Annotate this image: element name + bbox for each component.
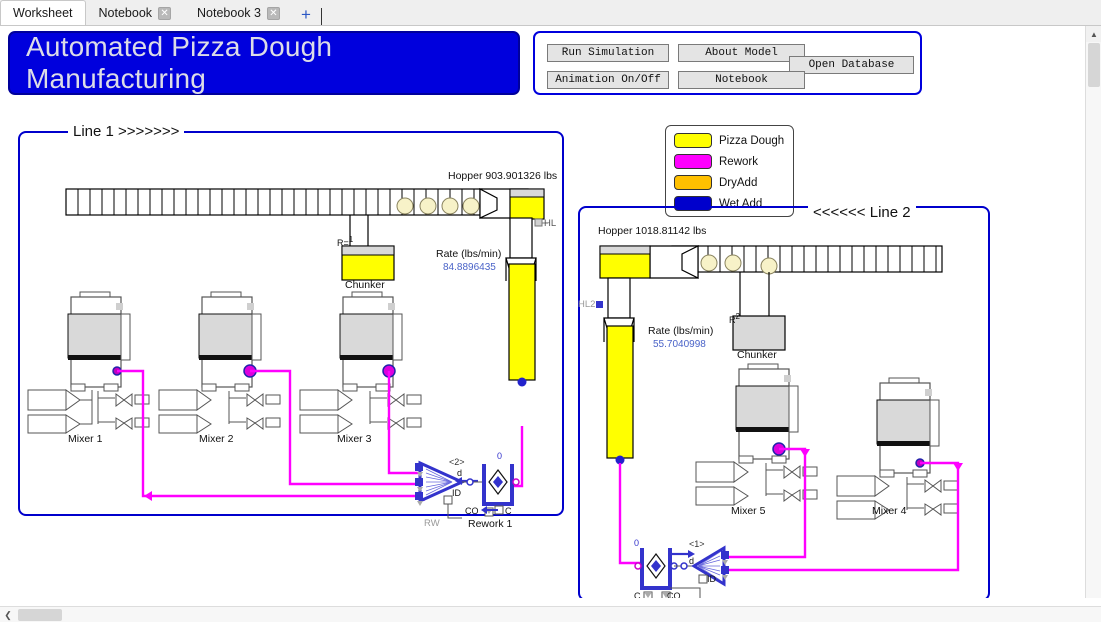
chunker-feed-line-2	[739, 272, 770, 316]
rework-2-tag: <1>	[689, 539, 705, 549]
rework-2-port-c: C	[634, 591, 641, 598]
tab-notebook-3[interactable]: Notebook 3 ✕	[184, 0, 293, 25]
mixer-5-label: Mixer 5	[731, 505, 766, 517]
vertical-scrollbar[interactable]: ▲	[1085, 26, 1101, 598]
horizontal-scrollbar[interactable]: ❮	[0, 606, 1101, 622]
model-canvas[interactable]: Automated Pizza Dough Manufacturing Run …	[0, 26, 1085, 598]
tab-notebook[interactable]: Notebook ✕	[85, 0, 185, 25]
hopper-2-label: Hopper 1018.81142 lbs	[598, 225, 707, 237]
rework-unit-2	[634, 545, 729, 598]
tab-worksheet[interactable]: Worksheet	[0, 0, 86, 25]
tab-label: Notebook	[98, 6, 153, 20]
close-icon[interactable]: ✕	[266, 6, 280, 20]
text-caret	[320, 8, 322, 25]
add-tab-button[interactable]: +	[293, 6, 319, 25]
scroll-up-icon[interactable]: ▲	[1086, 26, 1101, 42]
mixer-4	[836, 377, 959, 520]
conveyor-belt-line-2	[671, 245, 943, 275]
r-2-label: R2	[729, 312, 740, 325]
scroll-left-icon[interactable]: ❮	[0, 607, 16, 622]
horizontal-scroll-thumb[interactable]	[18, 609, 62, 621]
chunker-2-label: Chunker	[737, 349, 777, 361]
tab-bar: Worksheet Notebook ✕ Notebook 3 ✕ +	[0, 0, 1101, 26]
tab-label: Notebook 3	[197, 6, 261, 20]
hopper-line-2	[596, 245, 699, 459]
tab-label: Worksheet	[13, 6, 73, 20]
rework-2-port-co: CO	[667, 591, 681, 598]
line-2-diagram	[596, 245, 963, 598]
mixer-4-label: Mixer 4	[872, 505, 907, 517]
rework-2-port-d: d	[689, 556, 695, 566]
line-2-rework-tank	[732, 315, 786, 351]
rate-2-value: 55.7040998	[653, 339, 706, 350]
hl-2-label: HL2	[578, 299, 596, 310]
mixer-5	[695, 363, 818, 506]
application-window: Worksheet Notebook ✕ Notebook 3 ✕ + Auto…	[0, 0, 1101, 622]
close-icon[interactable]: ✕	[158, 6, 172, 20]
rate-2-label: Rate (lbs/min)	[648, 325, 714, 337]
rework-2-port-id: ID	[707, 574, 716, 584]
rework-2-port-zero: 0	[634, 538, 640, 548]
vertical-scroll-thumb[interactable]	[1088, 43, 1100, 87]
